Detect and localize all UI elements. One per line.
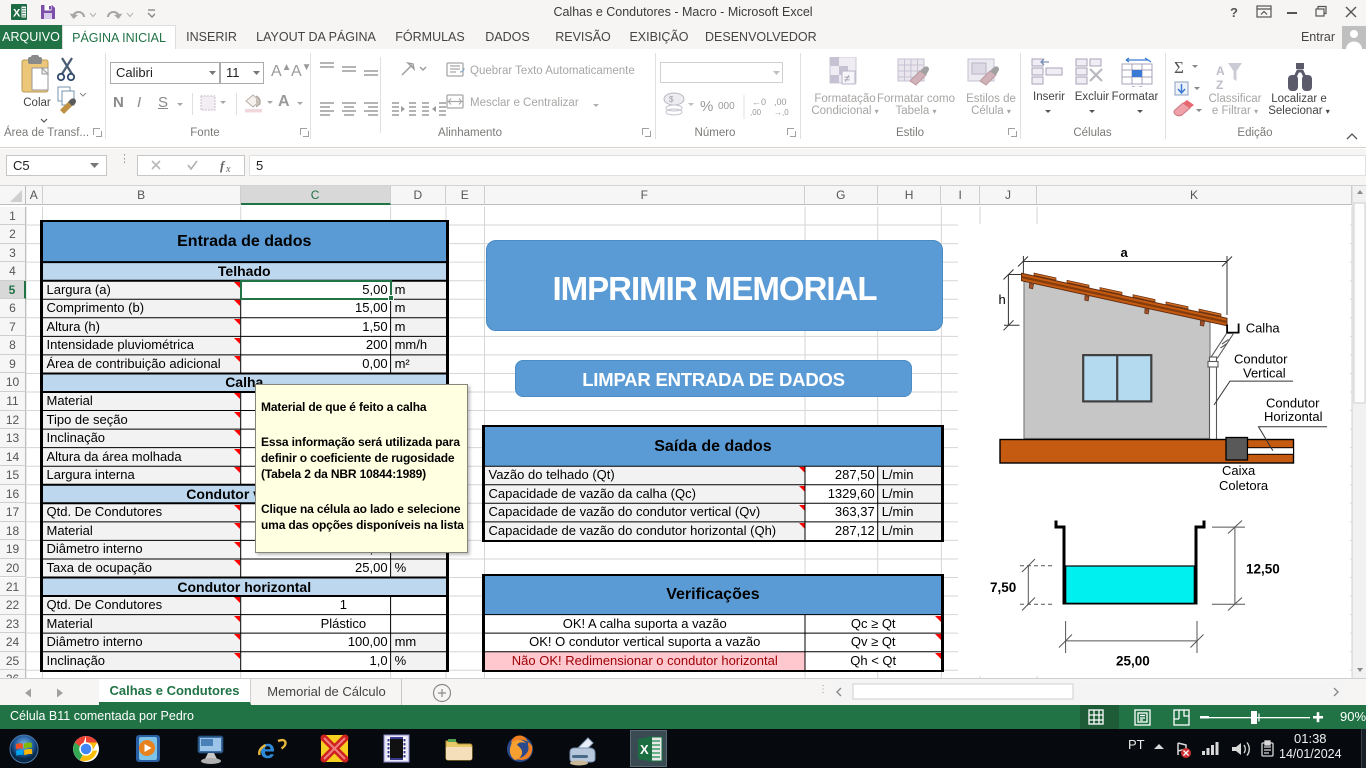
svg-text:≠: ≠ xyxy=(844,73,850,85)
svg-text:Coletora: Coletora xyxy=(1219,478,1269,493)
svg-text:e: e xyxy=(260,734,275,764)
svg-text:Σ: Σ xyxy=(1174,58,1184,77)
svg-text:Vertical: Vertical xyxy=(1243,366,1286,381)
svg-text:Caixa: Caixa xyxy=(1222,463,1256,478)
svg-text:$: $ xyxy=(669,95,674,104)
svg-text:25,00: 25,00 xyxy=(1116,654,1150,669)
svg-text:Calha: Calha xyxy=(1246,321,1281,336)
svg-text:7,50: 7,50 xyxy=(990,580,1016,595)
svg-text:000: 000 xyxy=(718,101,735,112)
svg-text:Condutor: Condutor xyxy=(1234,352,1288,367)
svg-text:,00: ,00 xyxy=(750,108,762,117)
svg-text:X: X xyxy=(640,742,649,757)
svg-text:%: % xyxy=(700,98,713,115)
svg-text:←0: ←0 xyxy=(752,97,766,107)
svg-text:12,50: 12,50 xyxy=(1246,562,1280,577)
svg-text:a: a xyxy=(1121,245,1129,260)
svg-text:x: x xyxy=(225,164,231,175)
svg-text:,00: ,00 xyxy=(774,97,787,107)
svg-text:Horizontal: Horizontal xyxy=(1264,409,1323,424)
svg-text:A: A xyxy=(1216,64,1225,78)
svg-text:→,0: →,0 xyxy=(774,108,789,117)
svg-text:Z: Z xyxy=(1216,78,1223,92)
svg-text:?: ? xyxy=(1230,5,1238,20)
svg-text:h: h xyxy=(999,292,1006,307)
